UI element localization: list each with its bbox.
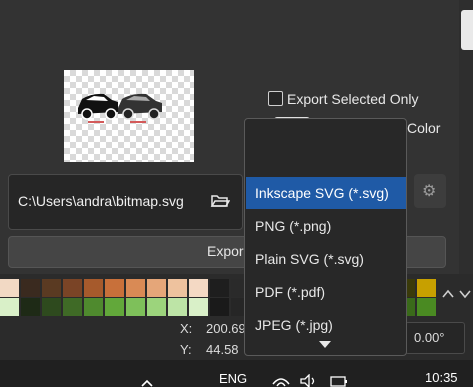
clock-time[interactable]: 10:35 <box>425 370 458 385</box>
battery-icon[interactable] <box>330 374 350 387</box>
palette-swatch[interactable] <box>0 279 19 297</box>
palette-swatch[interactable] <box>63 279 82 297</box>
format-option[interactable]: PDF (*.pdf) <box>246 276 406 308</box>
palette-swatch[interactable] <box>105 279 124 297</box>
export-preview <box>64 70 194 162</box>
palette-swatch[interactable] <box>126 298 145 316</box>
palette-swatch[interactable] <box>63 298 82 316</box>
chevron-up-icon[interactable] <box>441 287 455 301</box>
palette-swatch[interactable] <box>84 279 103 297</box>
y-coord-label: Y: <box>180 342 192 357</box>
chevron-down-icon[interactable] <box>458 287 472 301</box>
palette-swatch[interactable] <box>168 279 187 297</box>
palette-swatch[interactable] <box>147 298 166 316</box>
export-selected-only-label: Export Selected Only <box>287 91 419 107</box>
gear-icon: ⚙ <box>422 183 437 200</box>
palette-swatch[interactable] <box>147 279 166 297</box>
format-option[interactable]: JPEG (*.jpg) <box>246 309 406 341</box>
palette-swatch[interactable] <box>0 298 19 316</box>
file-path-text: C:\Users\andra\bitmap.svg <box>18 193 184 209</box>
export-selected-only-checkbox[interactable] <box>268 91 283 106</box>
palette-swatch[interactable] <box>21 279 40 297</box>
palette-swatch[interactable] <box>42 279 61 297</box>
language-indicator[interactable]: ENG <box>219 371 247 386</box>
palette-swatch[interactable] <box>189 298 208 316</box>
palette-swatch[interactable] <box>417 279 436 297</box>
volume-icon[interactable] <box>300 374 320 387</box>
palette-swatch[interactable] <box>189 279 208 297</box>
folder-icon[interactable] <box>210 193 231 209</box>
palette-swatch[interactable] <box>168 298 187 316</box>
chevron-up-icon[interactable] <box>140 378 154 387</box>
palette-swatch[interactable] <box>42 298 61 316</box>
triangle-down-icon[interactable] <box>319 341 331 349</box>
palette-swatch[interactable] <box>126 279 145 297</box>
export-format-dropdown[interactable]: Inkscape SVG (*.svg) PNG (*.png) Plain SVG… <box>244 118 407 356</box>
palette-swatch[interactable] <box>84 298 103 316</box>
wifi-icon[interactable] <box>272 374 290 387</box>
palette-swatch[interactable] <box>417 298 436 316</box>
palette-swatch[interactable] <box>210 298 229 316</box>
export-button-label: Expor <box>207 243 244 259</box>
format-option[interactable]: Plain SVG (*.svg) <box>246 243 406 275</box>
palette-swatch[interactable] <box>21 298 40 316</box>
top-right-button[interactable] <box>461 10 473 50</box>
format-option[interactable]: Inkscape SVG (*.svg) <box>246 177 406 209</box>
format-option[interactable]: PNG (*.png) <box>246 210 406 242</box>
x-coord-value: 200.69 <box>206 321 246 336</box>
palette-swatch[interactable] <box>210 279 229 297</box>
advanced-settings-button[interactable]: ⚙ <box>414 174 446 208</box>
y-coord-value: 44.58 <box>206 342 239 357</box>
rotation-value: 0.00° <box>414 330 445 345</box>
color-label: Color <box>407 120 441 136</box>
palette-swatch[interactable] <box>105 298 124 316</box>
car-preview-image <box>78 93 162 123</box>
x-coord-label: X: <box>180 321 193 336</box>
